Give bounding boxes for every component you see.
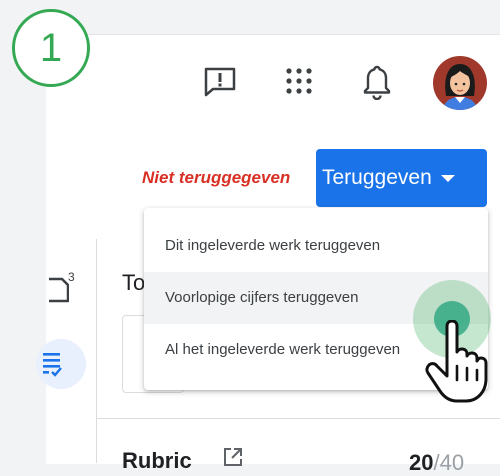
avatar-illustration (433, 56, 487, 110)
document-count: 3 (68, 270, 75, 284)
return-button-label: Teruggeven (322, 166, 432, 189)
rubric-score: 20/40 (409, 450, 464, 476)
notifications-bell-icon[interactable] (363, 64, 391, 100)
rubric-checklist-button[interactable] (36, 339, 86, 389)
menu-item-return-this-work[interactable]: Dit ingeleverde werk teruggeven (144, 220, 488, 272)
feedback-icon[interactable] (203, 66, 237, 98)
open-external-icon[interactable] (222, 446, 244, 468)
return-button[interactable]: Teruggeven (316, 149, 487, 207)
step-number-badge: 1 (12, 9, 90, 87)
vertical-divider (96, 239, 97, 463)
horizontal-divider (96, 418, 500, 419)
rubric-checklist-icon (43, 353, 62, 377)
dropdown-caret-icon (440, 174, 455, 182)
apps-grid-icon[interactable] (286, 68, 312, 94)
user-avatar[interactable] (433, 56, 487, 110)
not-returned-status: Niet teruggegeven (142, 168, 291, 187)
card-title: To (122, 270, 146, 295)
hand-cursor-icon (425, 320, 488, 403)
rubric-label: Rubric (122, 448, 192, 473)
document-icon (49, 277, 69, 303)
